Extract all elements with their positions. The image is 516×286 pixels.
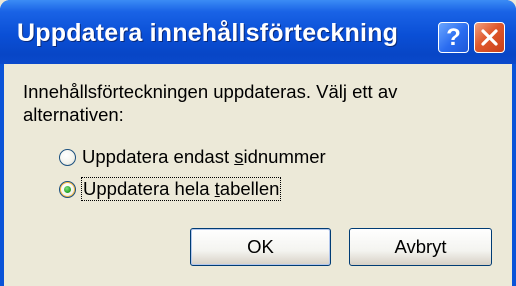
option-entire-table-label: Uppdatera hela tabellen <box>80 177 282 201</box>
radio-page-numbers-only[interactable] <box>59 148 76 166</box>
ok-button[interactable]: OK <box>190 228 331 266</box>
option-page-numbers-only[interactable]: Uppdatera endast sidnummer <box>59 146 326 168</box>
cancel-button[interactable]: Avbryt <box>349 228 492 266</box>
help-button[interactable]: ? <box>438 22 469 53</box>
radio-entire-table[interactable] <box>59 180 76 198</box>
title-bar[interactable]: Uppdatera innehållsförteckning ? <box>0 0 516 64</box>
dialog-body: Innehållsförteckningen uppdateras. Välj … <box>4 64 512 286</box>
dialog-title: Uppdatera innehållsförteckning <box>17 19 399 47</box>
option-page-numbers-only-label: Uppdatera endast sidnummer <box>82 146 326 167</box>
dialog-message: Innehållsförteckningen uppdateras. Välj … <box>23 81 398 125</box>
close-button[interactable] <box>474 22 505 53</box>
close-icon <box>481 29 498 46</box>
option-entire-table[interactable]: Uppdatera hela tabellen <box>59 177 282 201</box>
dialog-window: Uppdatera innehållsförteckning ? Innehål… <box>0 0 516 286</box>
help-icon: ? <box>446 23 461 51</box>
